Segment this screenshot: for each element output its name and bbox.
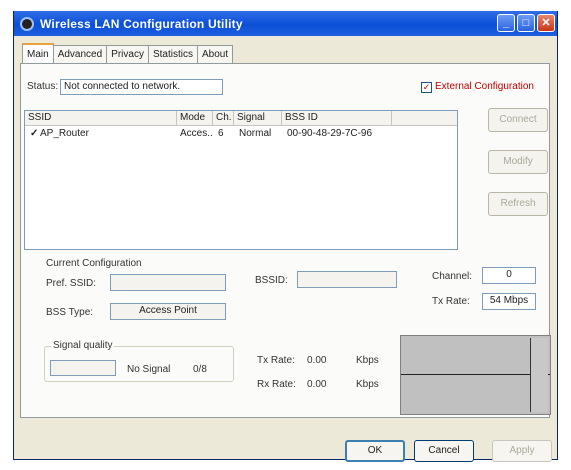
apply-button[interactable]: Apply	[492, 440, 552, 462]
row-channel[interactable]: 6	[215, 128, 236, 139]
app-icon	[20, 16, 34, 31]
col-bssid[interactable]: BSS ID	[282, 111, 392, 126]
network-list[interactable]: SSID Mode Ch. Signal BSS ID ✓ AP_Router …	[24, 110, 458, 250]
signal-graph	[400, 335, 551, 415]
tab-about[interactable]: About	[196, 45, 234, 63]
graph-baseline	[401, 374, 550, 375]
signal-ratio: 0/8	[193, 364, 207, 375]
modify-button[interactable]: Modify	[488, 150, 548, 174]
ok-button[interactable]: OK	[345, 440, 405, 462]
tab-privacy[interactable]: Privacy	[106, 45, 149, 63]
rx-rate-stat-value: 0.00	[307, 379, 327, 390]
bss-type-label: BSS Type:	[46, 307, 94, 318]
external-config-checkbox[interactable]: ✓	[421, 82, 432, 93]
col-mode[interactable]: Mode	[177, 111, 213, 126]
window-title: Wireless LAN Configuration Utility	[40, 16, 243, 31]
signal-quality-title: Signal quality	[51, 340, 115, 351]
minimize-button[interactable]: _	[497, 14, 515, 32]
row-signal[interactable]: Normal	[236, 128, 282, 139]
tab-main[interactable]: Main	[22, 43, 54, 63]
status-label: Status:	[27, 81, 59, 92]
col-signal[interactable]: Signal	[234, 111, 282, 126]
rx-rate-stat-label: Rx Rate:	[257, 379, 296, 390]
row-bssid[interactable]: 00-90-48-29-7C-96	[284, 128, 394, 139]
bss-type-field: Access Point	[110, 303, 226, 320]
maximize-button[interactable]: □	[517, 14, 535, 32]
signal-bar	[50, 360, 116, 376]
signal-value: No Signal	[127, 364, 171, 375]
close-button[interactable]: ✕	[537, 14, 555, 32]
title-bar[interactable]: Wireless LAN Configuration Utility _ □ ✕	[14, 11, 557, 36]
current-config-title: Current Configuration	[46, 258, 142, 269]
channel-field: 0	[482, 267, 536, 284]
rx-rate-stat-unit: Kbps	[356, 379, 379, 390]
refresh-button[interactable]: Refresh	[488, 192, 548, 216]
bssid-field	[297, 271, 397, 288]
status-field: Not connected to network.	[60, 79, 223, 95]
list-header: SSID Mode Ch. Signal BSS ID	[25, 111, 457, 126]
cancel-button[interactable]: Cancel	[414, 440, 474, 462]
tx-rate-stat-value: 0.00	[307, 355, 327, 366]
tab-statistics[interactable]: Statistics	[147, 45, 198, 63]
tx-rate-stat-unit: Kbps	[356, 355, 379, 366]
pref-ssid-label: Pref. SSID:	[46, 278, 97, 289]
bssid-label: BSSID:	[255, 275, 288, 286]
tx-rate-stat-label: Tx Rate:	[257, 355, 295, 366]
tx-rate-label: Tx Rate:	[432, 296, 470, 307]
col-ssid[interactable]: SSID	[25, 111, 177, 126]
row-mode[interactable]: Acces...	[177, 128, 213, 139]
col-channel[interactable]: Ch.	[213, 111, 234, 126]
tab-strip: Main Advanced Privacy Statistics About	[22, 43, 234, 63]
pref-ssid-field	[110, 274, 226, 291]
row-ssid[interactable]: AP_Router	[37, 128, 177, 139]
graph-legend	[530, 338, 548, 412]
connect-button[interactable]: Connect	[488, 108, 548, 132]
tx-rate-field: 54 Mbps	[482, 293, 536, 310]
external-config-label: External Configuration	[435, 81, 534, 92]
tab-advanced[interactable]: Advanced	[52, 45, 108, 63]
channel-label: Channel:	[432, 271, 473, 282]
